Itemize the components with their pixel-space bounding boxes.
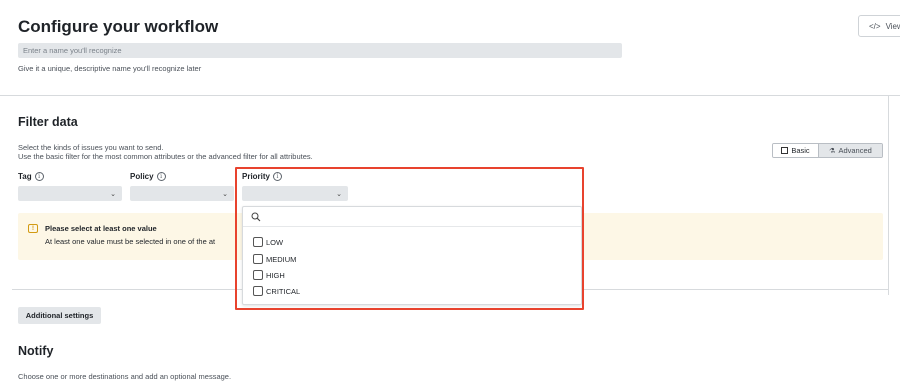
filter-title: Filter data [18, 115, 78, 129]
panel-border-right [888, 95, 889, 295]
filter-mode-toggle: Basic ⚗ Advanced [772, 143, 883, 158]
workflow-name-input[interactable]: Enter a name you'll recognize [18, 43, 622, 58]
mode-advanced-button[interactable]: ⚗ Advanced [818, 144, 882, 157]
warning-icon: ! [28, 224, 38, 233]
chevron-down-icon: ⌄ [110, 190, 116, 198]
filter-desc-line1: Select the kinds of issues you want to s… [18, 143, 164, 152]
mode-advanced-label: Advanced [838, 146, 872, 155]
policy-label-text: Policy [130, 172, 154, 181]
name-help-text: Give it a unique, descriptive name you'l… [18, 64, 202, 73]
filter-desc-line2: Use the basic filter for the most common… [18, 152, 313, 161]
additional-settings-button[interactable]: Additional settings [18, 307, 101, 324]
code-icon: </> [869, 21, 881, 31]
mode-basic-button[interactable]: Basic [773, 144, 818, 157]
page-title: Configure your workflow [18, 17, 219, 36]
notify-title: Notify [18, 344, 54, 358]
section-divider [0, 95, 900, 96]
warning-title: Please select at least one value [45, 224, 157, 233]
policy-label: Policy i [130, 172, 166, 181]
info-icon[interactable]: i [156, 172, 166, 181]
highlight-box [235, 167, 584, 310]
tag-select[interactable]: ⌄ [18, 186, 122, 201]
view-code-button[interactable]: </> View [858, 15, 900, 37]
flask-icon: ⚗ [829, 147, 836, 155]
name-input-placeholder: Enter a name you'll recognize [23, 46, 122, 55]
mode-basic-label: Basic [791, 146, 810, 155]
info-icon[interactable]: i [34, 172, 44, 181]
checkbox-icon [781, 147, 789, 154]
chevron-down-icon: ⌄ [222, 190, 228, 198]
warning-body: At least one value must be selected in o… [45, 237, 216, 246]
policy-select[interactable]: ⌄ [130, 186, 234, 201]
tag-label-text: Tag [18, 172, 32, 181]
view-button-label: View [885, 21, 900, 31]
tag-label: Tag i [18, 172, 44, 181]
notify-desc: Choose one or more destinations and add … [18, 372, 232, 381]
